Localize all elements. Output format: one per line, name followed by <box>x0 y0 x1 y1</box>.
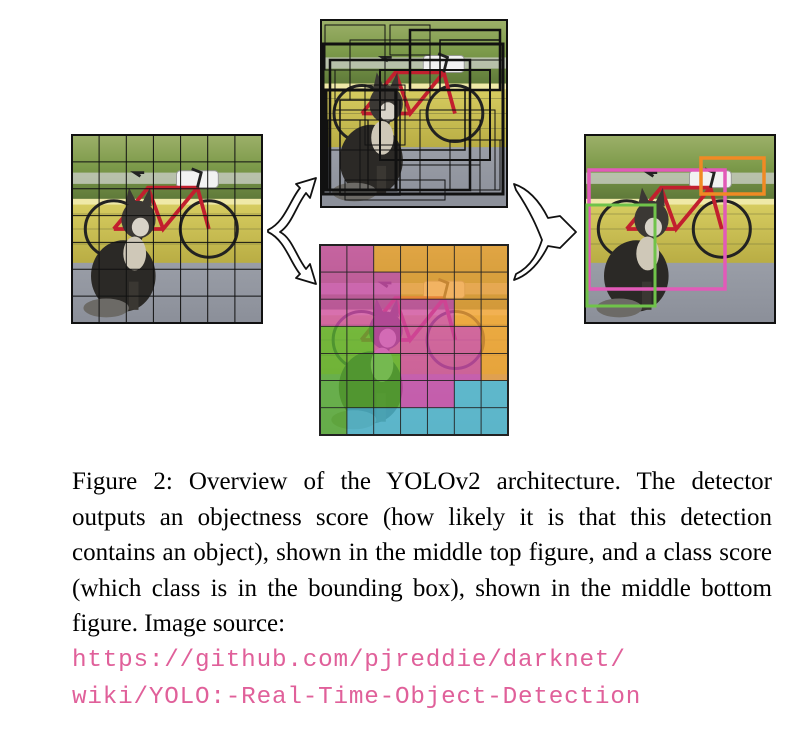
class-regions <box>320 245 508 435</box>
yolov2-overview-figure <box>71 19 776 436</box>
objectness-image <box>320 19 508 208</box>
caption-text: Figure 2: Overview of the YOLOv2 archite… <box>72 468 772 637</box>
source-link-line2[interactable]: wiki/YOLO:-Real-Time-Object-Detection <box>72 679 772 716</box>
class-map-image <box>319 244 509 436</box>
figure-caption: Figure 2: Overview of the YOLOv2 archite… <box>72 464 772 716</box>
output-image <box>584 134 776 324</box>
source-link-line1[interactable]: https://github.com/pjreddie/darknet/ <box>72 642 772 679</box>
input-image <box>71 134 263 324</box>
split-arrow-icon <box>267 177 317 285</box>
merge-arrow-icon <box>513 183 577 281</box>
